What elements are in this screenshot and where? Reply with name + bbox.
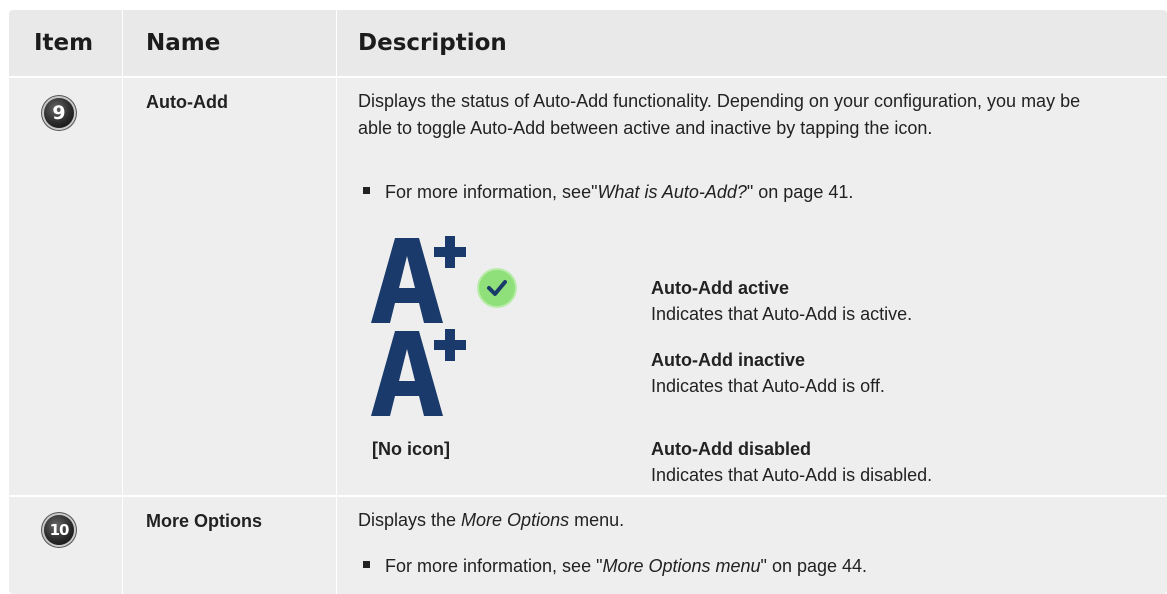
bullet-square-icon <box>363 186 370 194</box>
table-header: Item Name Description <box>9 10 1167 76</box>
item-table: Item Name Description 9 Auto-Add Display… <box>9 10 1167 594</box>
status-title: Auto-Add active <box>651 278 790 298</box>
item-number-badge: 9 <box>44 98 74 128</box>
item-description: Displays the More Options menu. <box>358 510 625 530</box>
auto-add-active-icon <box>371 236 517 323</box>
cross-reference-link[interactable]: More Options menu <box>602 556 760 576</box>
column-header-description: Description <box>358 30 507 56</box>
status-description: Indicates that Auto-Add is off. <box>651 376 885 396</box>
status-title: Auto-Add disabled <box>651 439 811 459</box>
more-info-bullet: For more information, see"What is Auto-A… <box>363 181 853 203</box>
item-name: More Options <box>146 511 262 531</box>
cross-reference-link[interactable]: What is Auto-Add? <box>597 182 746 202</box>
status-description: Indicates that Auto-Add is disabled. <box>651 465 933 485</box>
status-title: Auto-Add inactive <box>651 350 806 370</box>
table-row: 10 More Options Displays the More Option… <box>9 497 1167 594</box>
no-icon-label: [No icon] <box>372 439 450 459</box>
column-header-name: Name <box>146 30 221 56</box>
bullet-square-icon <box>363 560 370 568</box>
more-info-bullet: For more information, see "More Options … <box>363 555 867 577</box>
table-row: 9 Auto-Add Displays the status of Auto-A… <box>9 78 1167 495</box>
status-description: Indicates that Auto-Add is active. <box>651 304 913 324</box>
column-header-item: Item <box>34 30 94 56</box>
item-name: Auto-Add <box>146 92 228 112</box>
item-number-badge: 10 <box>44 515 74 545</box>
item-description: Displays the status of Auto-Add function… <box>358 91 1081 138</box>
auto-add-inactive-icon <box>371 329 466 416</box>
